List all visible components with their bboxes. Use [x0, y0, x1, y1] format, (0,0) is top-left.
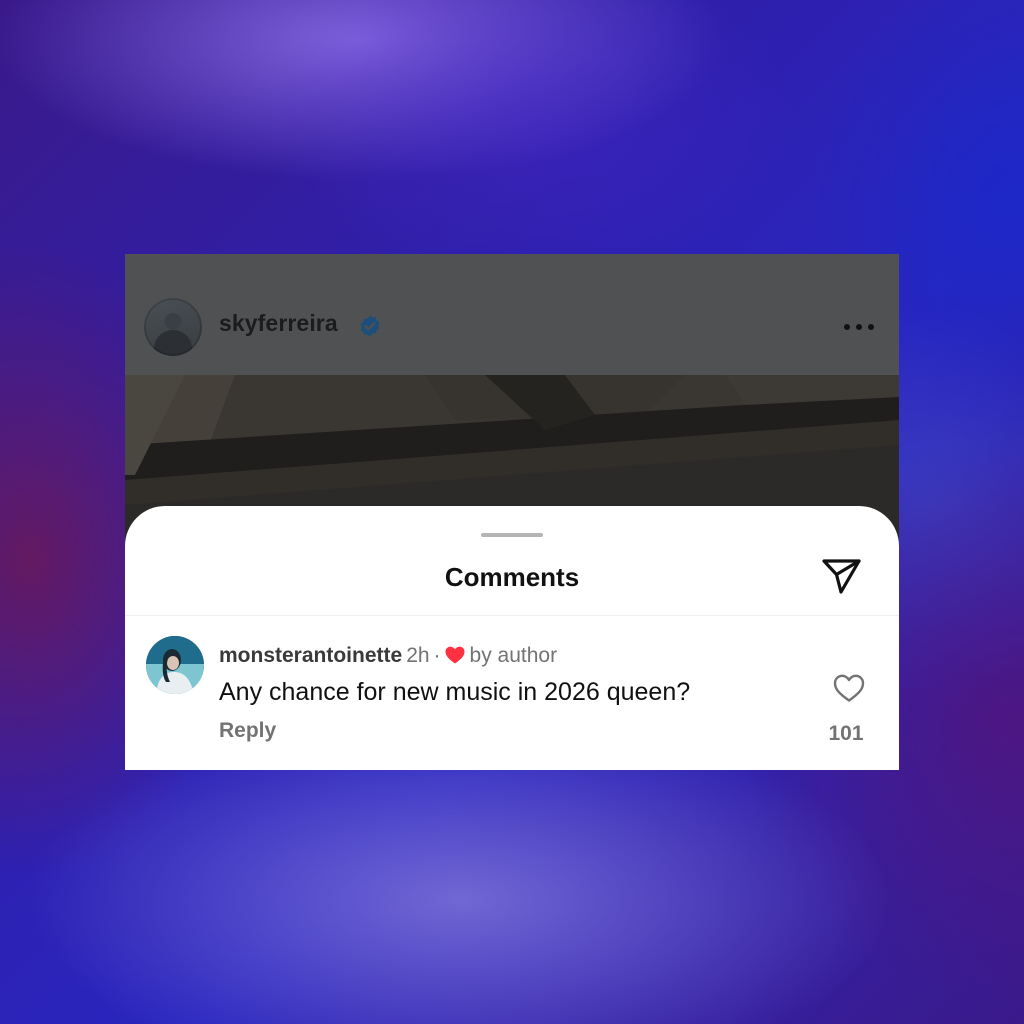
comment-timestamp: 2h	[406, 644, 430, 667]
more-horizontal-icon[interactable]	[843, 323, 875, 331]
comment-username[interactable]: monsterantoinette	[219, 644, 402, 667]
post-username[interactable]: skyferreira	[219, 310, 338, 337]
send-paper-plane-icon[interactable]	[821, 556, 863, 596]
meta-separator: ·	[433, 644, 441, 667]
comment-meta: monsterantoinette 2h · by author	[219, 644, 557, 668]
like-count: 101	[828, 722, 864, 745]
post-author-avatar[interactable]	[144, 298, 202, 356]
verified-badge-icon	[360, 315, 380, 337]
heart-outline-icon[interactable]	[833, 673, 865, 703]
comments-sheet: Comments monsterantoinette 2h · by author A…	[125, 506, 899, 770]
sheet-grabber[interactable]	[481, 533, 543, 537]
liked-by-author-label: by author	[469, 644, 558, 667]
post-header: skyferreira	[125, 254, 899, 375]
comment-text: Any chance for new music in 2026 queen?	[219, 678, 691, 706]
commenter-avatar[interactable]	[146, 636, 204, 694]
commenter-avatar-image	[146, 636, 204, 694]
post-card: skyferreira Comments monsterantoinette 2…	[125, 254, 899, 770]
reply-button[interactable]: Reply	[219, 719, 276, 743]
header-divider	[125, 615, 899, 616]
author-liked-heart-icon	[445, 646, 465, 664]
comments-title: Comments	[444, 562, 580, 592]
